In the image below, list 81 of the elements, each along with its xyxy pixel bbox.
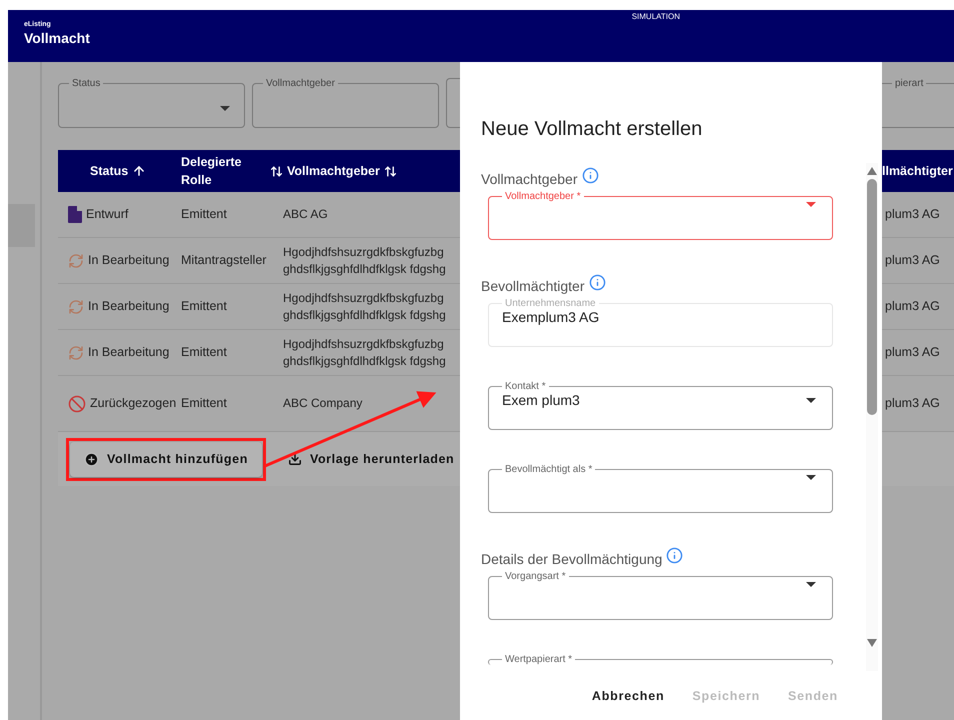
table-row[interactable]: plum3 AG (882, 192, 954, 238)
column-header[interactable]: llmächtigter (882, 162, 953, 180)
scroll-up-icon[interactable] (867, 167, 877, 175)
add-icon (84, 452, 99, 466)
sort-icon[interactable] (384, 164, 397, 178)
table-cell: Emittent (181, 344, 227, 361)
caret-icon (806, 202, 816, 207)
caret-icon (806, 475, 816, 480)
table-cell: plum3 AG (885, 344, 940, 361)
filter-field[interactable]: pierart (882, 78, 954, 128)
table-row[interactable]: In Bearbeitung Emittent Hgodjhdfshsuzrgdkfbskgfuzbg ghdsflkjgsghfdlhdfklgsk fdgshg (58, 330, 460, 376)
scroll-down-icon[interactable] (867, 639, 877, 647)
status-text: In Bearbeitung (88, 298, 170, 315)
table-row[interactable]: In Bearbeitung Emittent Hgodjhdfshsuzrgdkfbskgfuzbg ghdsflkjgsghfdlhdfklgsk fdgshg (58, 284, 460, 330)
field-label: Bevollmächtigt als * (504, 464, 594, 475)
info-icon[interactable] (588, 274, 606, 291)
dialog-title: Neue Vollmacht erstellen (481, 117, 704, 141)
select-field[interactable]: Vollmachtgeber * (488, 191, 833, 240)
table-cell: plum3 AG (885, 252, 940, 269)
table-cell: Emittent (181, 395, 227, 412)
status-select[interactable]: Status (58, 78, 245, 128)
table-row[interactable]: plum3 AG (882, 284, 954, 330)
table-row[interactable]: plum3 AG (882, 330, 954, 376)
info-icon[interactable] (666, 547, 684, 564)
field-label: Vollmachtgeber (265, 78, 336, 89)
field-label: Vorgangsart * (504, 571, 567, 582)
table-cell: plum3 AG (885, 395, 940, 412)
section-title: Vollmachtgeber (481, 171, 578, 188)
dialog-button[interactable]: Abbrechen (580, 683, 676, 709)
field-label: pierart (894, 78, 924, 89)
field-label: Unternehmensname (504, 298, 597, 309)
table-cell: ghdsflkjgsghfdlhdfklgsk fdgshg (283, 352, 446, 370)
table-cell-text: Hgodjhdfshsuzrgdkfbskgfuzbg (283, 336, 445, 352)
column-header[interactable]: Status (90, 162, 128, 180)
status-text: Zurückgezogen (90, 395, 176, 412)
caret-icon (220, 106, 230, 110)
select-field[interactable]: Wertpapierart * (488, 654, 833, 665)
table-cell: Emittent (181, 298, 227, 315)
table-row[interactable]: plum3 AG (882, 238, 954, 284)
sort-up-icon[interactable] (132, 164, 146, 178)
input-field[interactable]: Unternehmensname Exemplum3 AG (488, 298, 833, 347)
table-cell: ghdsflkjgsghfdlhdfklgsk fdgshg (283, 306, 446, 324)
field-label: Kontakt * (504, 381, 547, 392)
table-cell: plum3 AG (885, 206, 940, 223)
table-cell: ABC AG (283, 206, 328, 223)
status-text: In Bearbeitung (88, 252, 170, 269)
select-field[interactable]: Vorgangsart * (488, 571, 833, 620)
field-label: Status (71, 78, 102, 89)
table-row[interactable]: In Bearbeitung Mitantragsteller Hgodjhdfshsuzrgdkfbskgfuzbg ghdsflkjgsghfdlhdfklgsk fdgshg (58, 238, 460, 284)
add-button[interactable]: Vollmacht hinzufügen (70, 442, 262, 476)
table-cell-text: Hgodjhdfshsuzrgdkfbskgfuzbg (283, 244, 445, 260)
field-label: Wertpapierart * (504, 654, 574, 665)
table-cell-text: Hgodjhdfshsuzrgdkfbskgfuzbg (283, 290, 445, 306)
column-header[interactable]: Delegierte Rolle (181, 153, 270, 189)
download-icon (288, 452, 302, 466)
field-value: Exem plum3 (502, 392, 581, 408)
status-text: In Bearbeitung (88, 344, 170, 361)
info-icon[interactable] (582, 167, 599, 184)
caret-icon (806, 582, 816, 587)
table-row[interactable]: Entwurf Emittent ABC AG (58, 192, 460, 238)
section-title: Details der Bevollmächtigung (481, 551, 662, 568)
mode-label: SIMULATION (632, 12, 680, 21)
download-button[interactable]: Vorlage herunterladen (274, 442, 460, 476)
scrollbar[interactable] (866, 163, 878, 671)
filter-field[interactable]: Vollmachtgeber (252, 78, 439, 128)
section-title: Bevollmächtigter (481, 278, 584, 295)
scrollbar-thumb[interactable] (867, 179, 877, 415)
sort-icon[interactable] (270, 164, 283, 178)
table-cell: ABC Company (283, 395, 362, 412)
table-cell: ghdsflkjgsghfdlhdfklgsk fdgshg (283, 260, 446, 278)
field-label: Vollmachtgeber * (504, 191, 582, 202)
table-cell: Mitantragsteller (181, 252, 266, 269)
page-title: Vollmacht (24, 29, 90, 47)
table-cell: Emittent (181, 206, 227, 223)
column-header[interactable]: Vollmachtgeber (287, 162, 380, 180)
select-field[interactable]: Kontakt * Exem plum3 (488, 381, 833, 430)
status-text: Entwurf (86, 206, 128, 223)
field-value: Exemplum3 AG (502, 309, 600, 325)
table-cell: plum3 AG (885, 298, 940, 315)
caret-icon (806, 398, 816, 402)
select-field[interactable]: Bevollmächtigt als * (488, 464, 833, 513)
